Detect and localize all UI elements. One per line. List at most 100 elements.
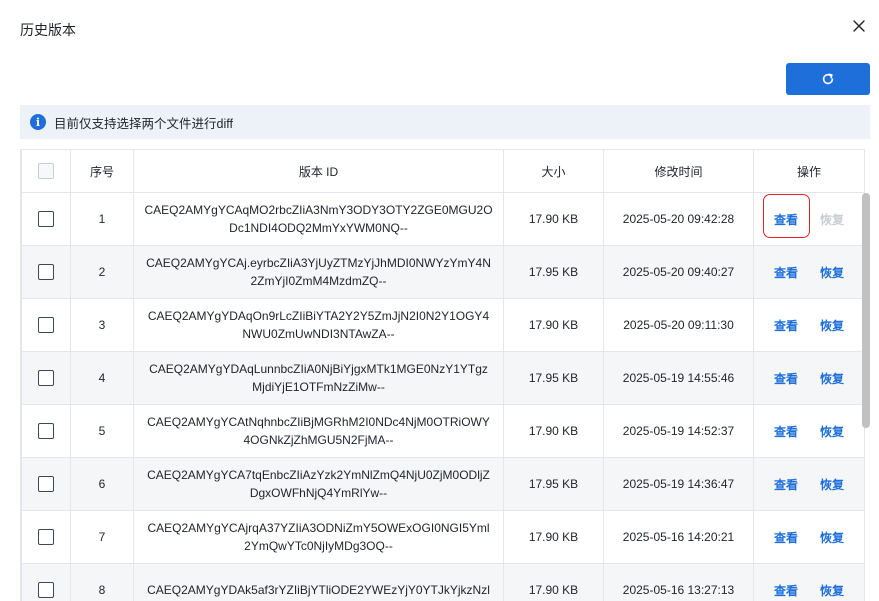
row-version-id: CAEQ2AMYgYCAqMO2rbcZIiA3NmY3ODY3OTY2ZGE0…: [133, 192, 504, 246]
row-index: 5: [70, 404, 134, 458]
version-id-line1: CAEQ2AMYgYCAtNqhnbcZIiBjMGRhM2I0NDc4NjM0…: [147, 415, 490, 429]
row-modified-time: 2025-05-19 14:52:37: [603, 404, 754, 458]
row-modified-time: 2025-05-20 09:40:27: [603, 245, 754, 299]
restore-link[interactable]: 恢复: [820, 529, 844, 546]
table-row[interactable]: 4 CAEQ2AMYgYDAqLunnbcZIiA0NjBiYjgxMTk1MGE…: [21, 351, 865, 405]
row-version-id: CAEQ2AMYgYDAk5af3rYZIiBjYTliODE2YWEzYjY0…: [133, 563, 504, 601]
version-id-line2: 2ZmYjI0ZmM4MzdmZQ--: [250, 274, 387, 288]
row-actions: 查看 恢复: [753, 351, 865, 405]
restore-link[interactable]: 恢复: [820, 370, 844, 387]
row-size: 17.95 KB: [503, 245, 604, 299]
row-checkbox[interactable]: [38, 317, 54, 333]
column-header-index: 序号: [70, 149, 134, 193]
restore-link[interactable]: 恢复: [820, 264, 844, 281]
version-id-line1: CAEQ2AMYgYCAjrqA37YZIiA3ODNiZmY5OWExOGI0…: [147, 521, 490, 535]
version-id-line1: CAEQ2AMYgYCAj.eyrbcZIiA3YjUyZTMzYjJhMDI0…: [146, 256, 491, 270]
column-header-size: 大小: [503, 149, 604, 193]
view-link[interactable]: 查看: [774, 582, 798, 599]
row-select-cell: [21, 351, 71, 405]
row-checkbox[interactable]: [38, 476, 54, 492]
refresh-button[interactable]: [786, 63, 870, 95]
info-text: 目前仅支持选择两个文件进行diff: [54, 116, 233, 131]
row-modified-time: 2025-05-16 13:27:13: [603, 563, 754, 601]
row-select-cell: [21, 192, 71, 246]
row-index: 7: [70, 510, 134, 564]
row-version-id: CAEQ2AMYgYDAqLunnbcZIiA0NjBiYjgxMTk1MGE0…: [133, 351, 504, 405]
row-size: 17.90 KB: [503, 404, 604, 458]
row-select-cell: [21, 404, 71, 458]
table-row[interactable]: 2 CAEQ2AMYgYCAj.eyrbcZIiA3YjUyZTMzYjJhMDI…: [21, 245, 865, 299]
table-row[interactable]: 6 CAEQ2AMYgYCA7tqEnbcZIiAzYzk2YmNlZmQ4NjU…: [21, 457, 865, 511]
restore-link: 恢复: [820, 212, 845, 227]
restore-link[interactable]: 恢复: [820, 317, 844, 334]
view-link[interactable]: 查看: [774, 423, 798, 440]
row-size: 17.90 KB: [503, 192, 604, 246]
version-table: 序号 版本 ID 大小 修改时间 操作 1 CAEQ2AMYgYCAqMO2rbc…: [21, 149, 865, 601]
version-id-line2: 4OGNkZjZhMGU5N2FjMA--: [243, 433, 394, 447]
version-id-line1: CAEQ2AMYgYDAqLunnbcZIiA0NjBiYjgxMTk1MGE0…: [149, 362, 488, 376]
restore-link[interactable]: 恢复: [820, 582, 844, 599]
row-checkbox[interactable]: [38, 264, 54, 280]
version-id-line2: Dc1NDI4ODQ2MmYxYWM0NQ--: [229, 221, 408, 235]
row-index: 1: [70, 192, 134, 246]
view-link[interactable]: 查看: [774, 317, 798, 334]
row-modified-time: 2025-05-20 09:42:28: [603, 192, 754, 246]
table-header-row: 序号 版本 ID 大小 修改时间 操作: [21, 149, 865, 193]
row-checkbox[interactable]: [38, 211, 54, 227]
info-banner: i 目前仅支持选择两个文件进行diff: [20, 105, 870, 139]
version-id-line2: MjdiYjE1OTFmNzZiMw--: [252, 380, 385, 394]
row-select-cell: [21, 298, 71, 352]
version-id-line2: 2YmQwYTc0NjIyMDg3OQ--: [244, 539, 393, 553]
view-link[interactable]: 查看: [774, 476, 798, 493]
column-header-modified: 修改时间: [603, 149, 754, 193]
view-link[interactable]: 查看: [774, 211, 798, 228]
select-all-cell: [21, 149, 71, 193]
refresh-icon: [822, 73, 834, 85]
row-version-id: CAEQ2AMYgYCAj.eyrbcZIiA3YjUyZTMzYjJhMDI0…: [133, 245, 504, 299]
row-select-cell: [21, 510, 71, 564]
row-index: 8: [70, 563, 134, 601]
row-select-cell: [21, 245, 71, 299]
table-scrollbar[interactable]: [862, 193, 870, 428]
table-row[interactable]: 7 CAEQ2AMYgYCAjrqA37YZIiA3ODNiZmY5OWExOGI…: [21, 510, 865, 564]
close-icon[interactable]: [851, 18, 867, 34]
row-actions: 查看 恢复: [753, 457, 865, 511]
row-size: 17.90 KB: [503, 298, 604, 352]
close-button[interactable]: [851, 18, 867, 34]
row-checkbox[interactable]: [38, 423, 54, 439]
row-select-cell: [21, 457, 71, 511]
view-link[interactable]: 查看: [774, 264, 798, 281]
row-size: 17.95 KB: [503, 457, 604, 511]
row-actions: 查看 恢复: [753, 245, 865, 299]
view-link[interactable]: 查看: [774, 529, 798, 546]
row-actions: 查看 恢复: [753, 298, 865, 352]
table-row[interactable]: 8 CAEQ2AMYgYDAk5af3rYZIiBjYTliODE2YWEzYjY…: [21, 563, 865, 601]
row-checkbox[interactable]: [38, 582, 54, 598]
row-version-id: CAEQ2AMYgYDAqOn9rLcZIiBiYTA2Y2Y5ZmJjN2I0…: [133, 298, 504, 352]
version-table-container[interactable]: 序号 版本 ID 大小 修改时间 操作 1 CAEQ2AMYgYCAqMO2rbc…: [20, 149, 870, 601]
row-index: 2: [70, 245, 134, 299]
version-id-line2: NWU0ZmUwNDI3NTAwZA--: [242, 327, 395, 341]
version-id-line1: CAEQ2AMYgYDAk5af3rYZIiBjYTliODE2YWEzYjY0…: [147, 583, 490, 597]
row-actions: 查看 恢复: [753, 510, 865, 564]
table-row[interactable]: 5 CAEQ2AMYgYCAtNqhnbcZIiBjMGRhM2I0NDc4NjM…: [21, 404, 865, 458]
restore-link[interactable]: 恢复: [820, 423, 844, 440]
table-row[interactable]: 3 CAEQ2AMYgYDAqOn9rLcZIiBiYTA2Y2Y5ZmJjN2I…: [21, 298, 865, 352]
row-index: 6: [70, 457, 134, 511]
version-id-line1: CAEQ2AMYgYDAqOn9rLcZIiBiYTA2Y2Y5ZmJjN2I0…: [147, 309, 490, 323]
row-modified-time: 2025-05-19 14:55:46: [603, 351, 754, 405]
row-modified-time: 2025-05-16 14:20:21: [603, 510, 754, 564]
restore-link[interactable]: 恢复: [820, 476, 844, 493]
row-checkbox[interactable]: [38, 529, 54, 545]
row-checkbox[interactable]: [38, 370, 54, 386]
table-row[interactable]: 1 CAEQ2AMYgYCAqMO2rbcZIiA3NmY3ODY3OTY2ZGE…: [21, 192, 865, 246]
column-header-actions: 操作: [753, 149, 865, 193]
row-actions: 查看 恢复: [753, 192, 865, 246]
row-size: 17.90 KB: [503, 563, 604, 601]
row-modified-time: 2025-05-19 14:36:47: [603, 457, 754, 511]
row-index: 3: [70, 298, 134, 352]
select-all-checkbox[interactable]: [38, 163, 54, 179]
row-select-cell: [21, 563, 71, 601]
view-link[interactable]: 查看: [774, 370, 798, 387]
version-id-line1: CAEQ2AMYgYCAqMO2rbcZIiA3NmY3ODY3OTY2ZGE0…: [144, 203, 493, 217]
